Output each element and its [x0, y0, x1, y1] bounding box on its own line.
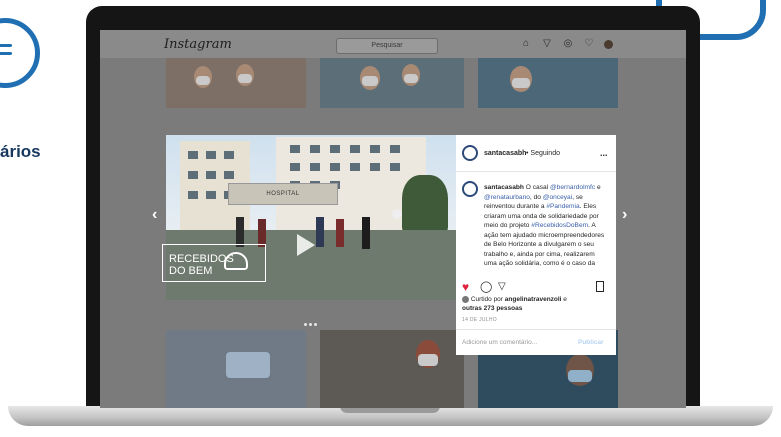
- carousel-dots: [304, 313, 324, 326]
- post-timestamp: 14 DE JULHO: [462, 317, 497, 323]
- side-caption: ários: [0, 142, 41, 161]
- caption-text: , do: [529, 193, 543, 201]
- caption-username[interactable]: santacasabh: [484, 184, 524, 191]
- post-author-avatar[interactable]: [462, 145, 478, 161]
- play-icon[interactable]: [297, 234, 315, 256]
- grid-post-4[interactable]: [166, 330, 306, 408]
- comment-icon[interactable]: ◯: [480, 281, 492, 293]
- post-detail-panel: santacasabh • Seguindo ... santacasabh O…: [456, 135, 616, 355]
- person-1: [236, 217, 244, 247]
- share-icon[interactable]: ▽: [498, 281, 506, 293]
- search-input[interactable]: Pesquisar: [336, 38, 438, 54]
- comment-box: Adicione um comentário... Publicar: [456, 329, 616, 356]
- person-3: [316, 217, 324, 247]
- next-post-arrow-icon[interactable]: ›: [622, 206, 627, 224]
- like-heart-icon[interactable]: ♥: [462, 281, 474, 293]
- logo-text-line2: DO BEM: [169, 265, 213, 277]
- grid-post-2[interactable]: [320, 58, 464, 108]
- instagram-header: Instagram Pesquisar ⌂ ▽ ◎ ♡: [100, 30, 686, 58]
- person-4: [336, 219, 344, 247]
- prev-post-arrow-icon[interactable]: ‹: [152, 206, 157, 224]
- heart-icon[interactable]: ♡: [583, 38, 595, 50]
- recebidos-do-bem-logo: RECEBIDOS DO BEM: [162, 244, 266, 282]
- mention-link[interactable]: @renataurbano: [484, 194, 530, 201]
- hashtag-link[interactable]: #Pandemia: [546, 203, 579, 210]
- mention-link[interactable]: @onceyai: [543, 194, 572, 201]
- comment-input[interactable]: Adicione um comentário...: [462, 339, 537, 346]
- likes-summary: Curtido por angelinatravenzoli e outras …: [462, 295, 610, 313]
- liker-avatar: [462, 295, 469, 303]
- person-2: [258, 219, 266, 247]
- post-header: santacasabh • Seguindo ...: [456, 135, 616, 172]
- grid-post-1[interactable]: [166, 58, 306, 108]
- laptop-screen: Instagram Pesquisar ⌂ ▽ ◎ ♡ ‹ › HOSPITAL…: [100, 30, 686, 408]
- chat-lines-icon: [0, 44, 16, 64]
- home-icon[interactable]: ⌂: [520, 38, 532, 50]
- logo-text-line1: RECEBIDOS: [169, 253, 234, 265]
- following-status[interactable]: • Seguindo: [526, 150, 560, 157]
- pause-icon[interactable]: [392, 209, 402, 219]
- profile-avatar[interactable]: [604, 40, 613, 49]
- grid-post-5[interactable]: [320, 330, 464, 408]
- grid-post-3[interactable]: [478, 58, 618, 108]
- liked-prefix: Curtido por: [470, 296, 505, 303]
- other-likers-link[interactable]: outras 273 pessoas: [462, 305, 522, 312]
- mention-link[interactable]: @bernardolmfc: [550, 184, 595, 191]
- hashtag-link[interactable]: #RecebidosDoBem: [531, 222, 588, 229]
- send-icon[interactable]: ▽: [541, 38, 553, 50]
- building-sign: HOSPITAL: [228, 183, 338, 205]
- caption-avatar[interactable]: [462, 181, 478, 197]
- more-options-icon[interactable]: ...: [600, 148, 608, 158]
- publish-button[interactable]: Publicar: [578, 339, 604, 346]
- save-bookmark-icon[interactable]: [596, 281, 604, 292]
- shell-icon: [224, 252, 248, 270]
- caption-text: e: [595, 184, 601, 191]
- video-tree: [402, 175, 448, 233]
- post-username[interactable]: santacasabh: [484, 150, 526, 157]
- liked-and: e: [561, 296, 567, 303]
- instagram-logo[interactable]: Instagram: [164, 37, 232, 52]
- post-actions: ♥ ◯ ▽: [462, 281, 612, 295]
- explore-icon[interactable]: ◎: [562, 38, 574, 50]
- caption-text: O casal: [523, 184, 550, 191]
- post-caption: santacasabh O casal @bernardolmfc e @ren…: [484, 183, 608, 271]
- person-5: [362, 217, 370, 249]
- liked-by-link[interactable]: angelinatravenzoli: [505, 296, 562, 303]
